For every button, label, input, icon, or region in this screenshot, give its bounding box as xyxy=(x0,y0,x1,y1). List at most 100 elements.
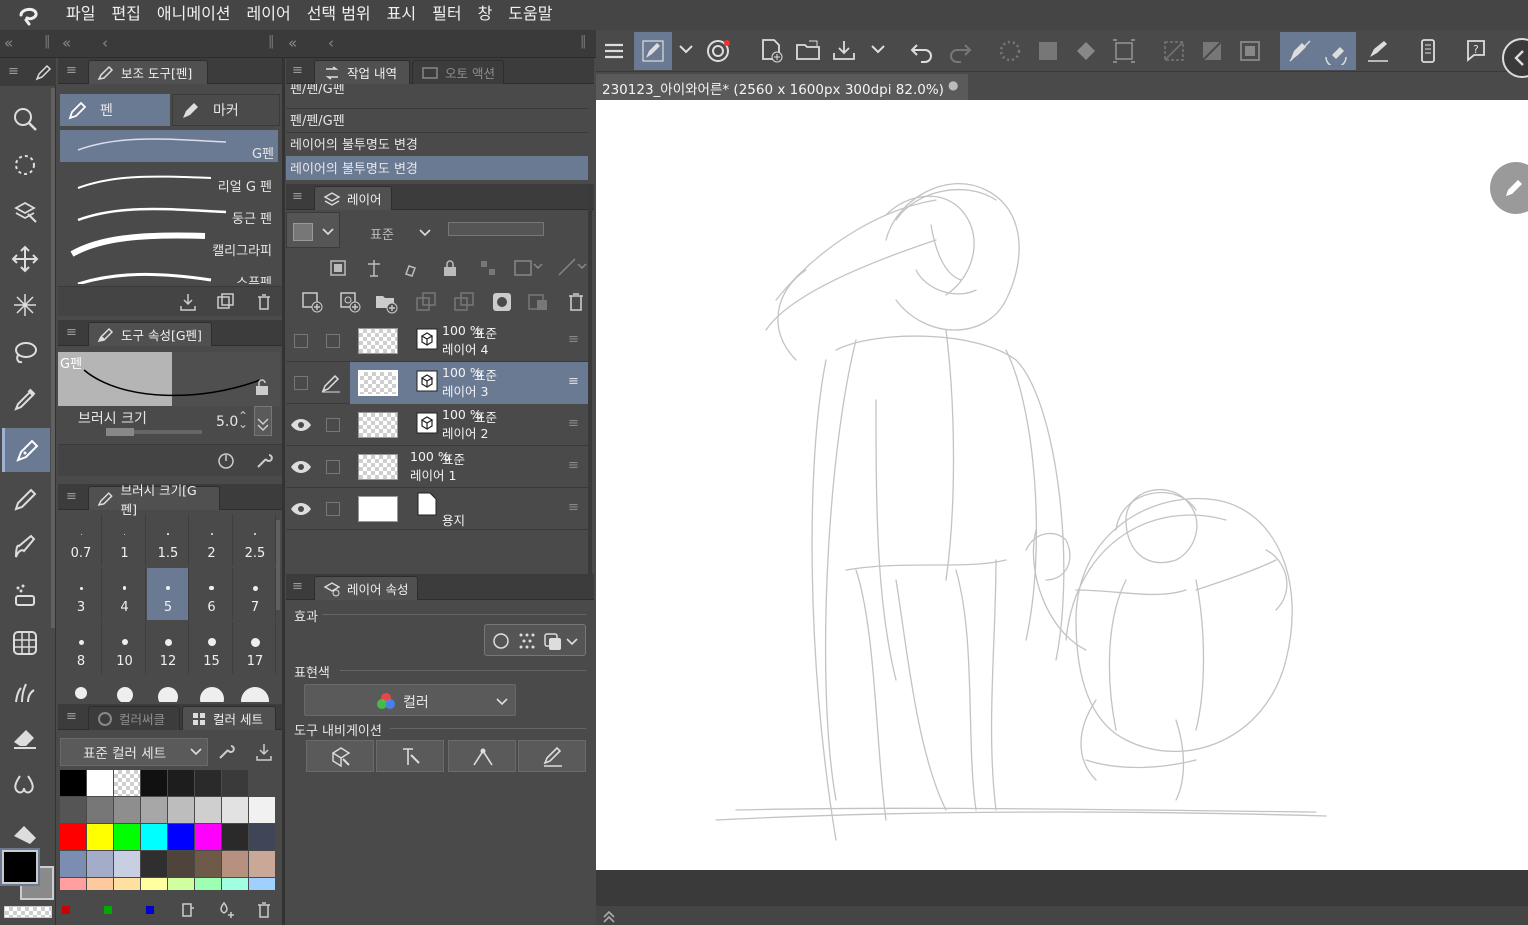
drag-handle-icon[interactable]: ≡ xyxy=(568,332,579,347)
new-vector-layer-icon[interactable] xyxy=(338,290,362,314)
chevron-down-icon[interactable] xyxy=(870,44,886,56)
eye-icon[interactable] xyxy=(290,416,312,434)
menu-view[interactable]: 표시 xyxy=(379,0,424,30)
open-folder-icon[interactable] xyxy=(794,37,822,65)
color-swatch[interactable] xyxy=(168,878,194,890)
brush-size-cell[interactable]: 1.5 xyxy=(147,514,189,566)
snap-to-special-ruler-icon[interactable] xyxy=(1322,37,1350,65)
color-swatch[interactable] xyxy=(168,797,194,823)
collapse-left-icon[interactable]: « xyxy=(4,34,13,52)
brush-size-cell[interactable]: 7 xyxy=(234,568,276,620)
help-icon[interactable]: ? xyxy=(1462,37,1490,65)
menu-grip-icon[interactable]: ≡ xyxy=(66,710,77,723)
lock-icon[interactable] xyxy=(254,378,270,396)
color-swatch[interactable] xyxy=(87,851,113,877)
loading-icon[interactable] xyxy=(996,37,1024,65)
color-swatch[interactable] xyxy=(249,770,275,796)
menu-grip-icon[interactable]: ≡ xyxy=(8,65,19,78)
layer-scrollbar[interactable] xyxy=(588,184,592,574)
tool-nav-control-point-button[interactable] xyxy=(376,740,444,772)
menu-grip-icon[interactable]: ≡ xyxy=(292,64,303,77)
brush-size-dot[interactable] xyxy=(241,687,269,702)
wrench-icon[interactable] xyxy=(254,451,274,471)
tab-layer-property[interactable]: 레이어 속성 xyxy=(314,576,418,600)
collapse-sub-icon[interactable]: « xyxy=(62,34,71,52)
brush-size-cell[interactable]: 10 xyxy=(104,622,146,674)
layer-row[interactable]: 100 % 표준 레이어 2 ≡ xyxy=(286,404,588,446)
undo-icon[interactable] xyxy=(908,37,936,65)
draft-layer-icon[interactable] xyxy=(402,258,422,278)
menu-window[interactable]: 창 xyxy=(470,0,501,30)
brush-size-cell[interactable]: 12 xyxy=(147,622,189,674)
color-swatch[interactable] xyxy=(60,878,86,890)
color-swatch[interactable] xyxy=(141,770,167,796)
new-raster-layer-icon[interactable] xyxy=(300,290,324,314)
tab-sub-tool[interactable]: 보조 도구[펜] xyxy=(88,60,208,84)
brush-size-value[interactable]: 5.0 xyxy=(216,414,238,430)
layer-row[interactable]: 100 % 표준 레이어 1 ≡ xyxy=(286,446,588,488)
edit-checkbox[interactable] xyxy=(326,418,340,432)
brush-size-cell[interactable]: 5 xyxy=(147,568,189,620)
clip-layer-icon[interactable] xyxy=(512,256,546,280)
color-swatch[interactable] xyxy=(60,770,86,796)
trash-icon[interactable] xyxy=(254,292,274,312)
menu-grip-icon[interactable]: ≡ xyxy=(66,64,77,77)
snap-to-ruler-icon[interactable] xyxy=(1286,37,1314,65)
airbrush-tool-icon[interactable] xyxy=(8,578,42,612)
menu-filter[interactable]: 필터 xyxy=(424,0,469,30)
brush-size-slider[interactable] xyxy=(106,428,202,436)
dock-grip-icon[interactable]: ‖ xyxy=(44,34,51,49)
fill-icon[interactable] xyxy=(1072,37,1100,65)
expression-color-select[interactable]: 컬러 xyxy=(304,684,516,716)
tab-color-wheel[interactable]: 컬러써클 xyxy=(88,706,180,730)
color-swatch[interactable] xyxy=(114,797,140,823)
layer-row[interactable]: 100 % 표준 레이어 4 ≡ xyxy=(286,320,588,362)
dock-grip-icon[interactable]: ‖ xyxy=(268,34,275,49)
invert-selection-icon[interactable] xyxy=(1198,37,1226,65)
color-swatch[interactable] xyxy=(222,851,248,877)
new-file-icon[interactable] xyxy=(758,37,786,65)
lock-transparency-icon[interactable] xyxy=(478,258,498,278)
import-icon[interactable] xyxy=(254,742,274,762)
brush-size-cell[interactable]: 1 xyxy=(104,514,146,566)
hamburger-menu-icon[interactable] xyxy=(602,39,626,63)
side-panel-toggle[interactable] xyxy=(1502,38,1528,78)
dock-grip-icon[interactable]: ‖ xyxy=(580,34,587,49)
color-swatch[interactable] xyxy=(60,851,86,877)
color-swatch[interactable] xyxy=(87,878,113,890)
layer-row-paper[interactable]: 용지 ≡ xyxy=(286,488,588,530)
tab-history[interactable]: 작업 내역 xyxy=(314,60,410,84)
brush-size-cell[interactable]: 8 xyxy=(60,622,102,674)
apply-mask-icon[interactable] xyxy=(526,290,550,314)
drag-handle-icon[interactable]: ≡ xyxy=(568,458,579,473)
color-swatch[interactable] xyxy=(195,824,221,850)
brush-size-cell[interactable]: 3 xyxy=(60,568,102,620)
brush-size-slider-thumb[interactable] xyxy=(106,428,134,436)
color-swatch[interactable] xyxy=(249,851,275,877)
color-swatch[interactable] xyxy=(114,878,140,890)
color-swatch[interactable] xyxy=(195,797,221,823)
chevron-down-icon[interactable] xyxy=(678,44,694,56)
color-swatch[interactable] xyxy=(87,770,113,796)
edit-checkbox[interactable] xyxy=(326,502,340,516)
color-swatch[interactable] xyxy=(87,824,113,850)
color-swatch[interactable] xyxy=(249,824,275,850)
drawing-canvas[interactable] xyxy=(596,100,1528,870)
replace-color-icon[interactable] xyxy=(178,900,198,920)
drag-handle-icon[interactable]: ≡ xyxy=(568,416,579,431)
chevron-left-icon[interactable]: ‹ xyxy=(328,34,334,52)
color-swatch[interactable] xyxy=(249,878,275,890)
drag-handle-icon[interactable]: ≡ xyxy=(568,500,579,515)
brush-size-cell[interactable]: 17 xyxy=(234,622,276,674)
menu-grip-icon[interactable]: ≡ xyxy=(292,580,303,593)
color-swatch[interactable] xyxy=(195,770,221,796)
pen-tool-button[interactable] xyxy=(2,428,50,472)
layer-color-dropdown[interactable] xyxy=(286,212,340,248)
color-swatch[interactable] xyxy=(222,797,248,823)
brush-size-dot[interactable] xyxy=(75,687,87,699)
eraser-tool-icon[interactable] xyxy=(8,720,42,754)
move-tool-icon[interactable] xyxy=(8,242,42,276)
menu-help[interactable]: 도움말 xyxy=(500,0,560,30)
eye-icon[interactable] xyxy=(290,458,312,476)
duplicate-icon[interactable] xyxy=(216,292,236,312)
